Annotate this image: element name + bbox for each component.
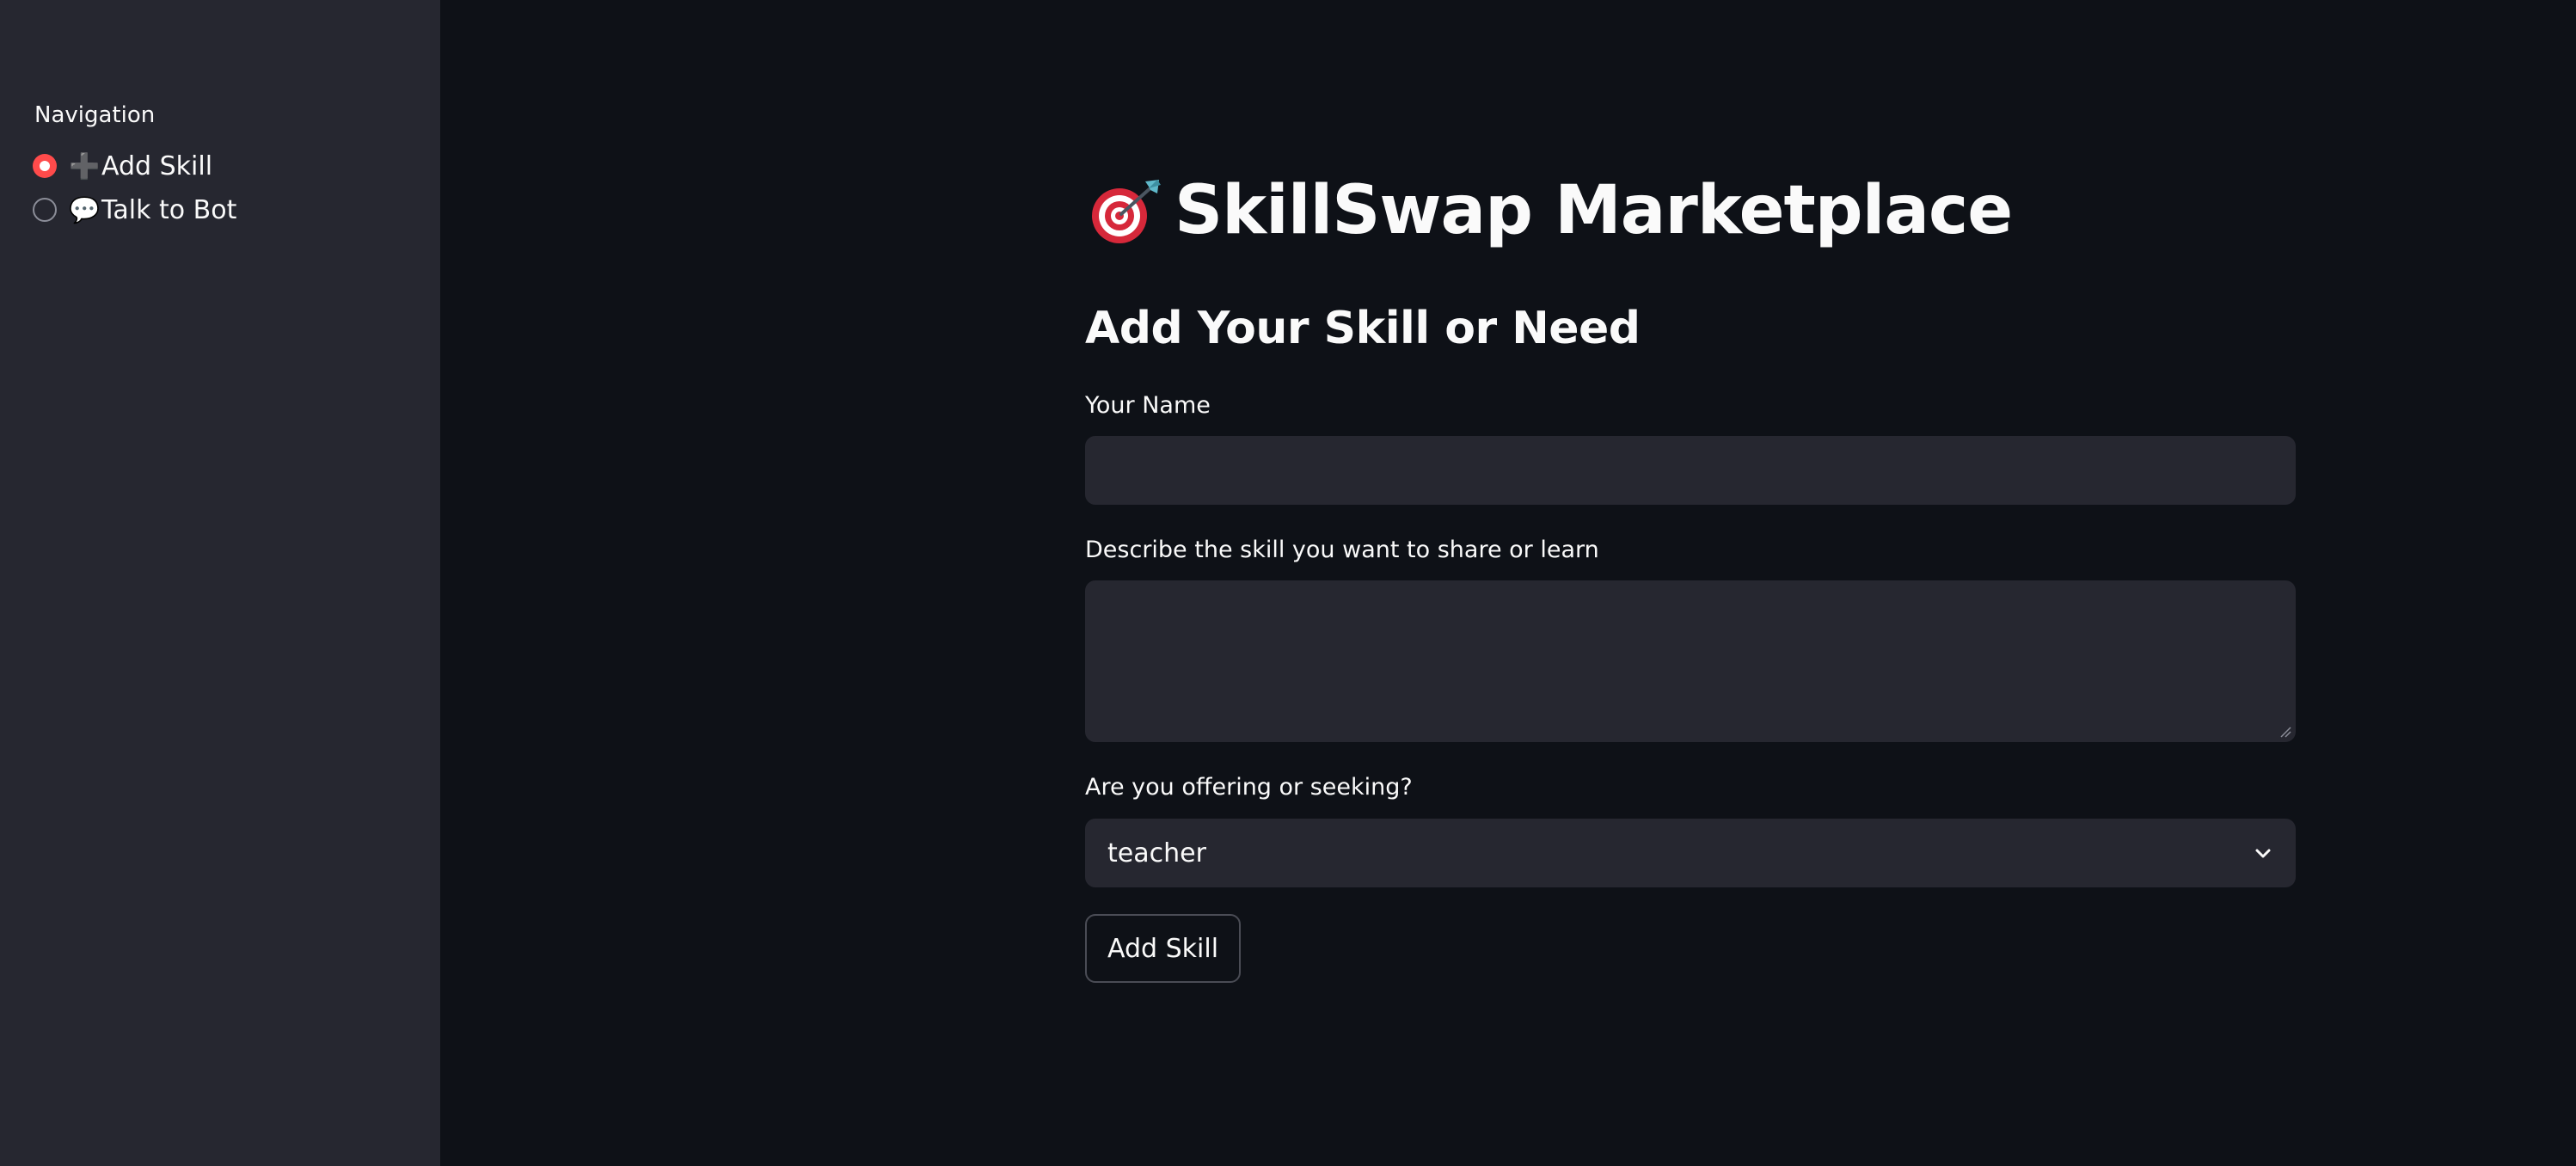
radio-checked-icon[interactable] xyxy=(33,154,57,178)
nav-radio-talk-to-bot[interactable]: 💬 Talk to Bot xyxy=(33,193,236,227)
speech-bubble-icon: 💬 xyxy=(69,194,101,224)
name-input[interactable] xyxy=(1085,436,2296,505)
role-select-label: Are you offering or seeking? xyxy=(1085,774,1413,801)
role-select[interactable]: teacher xyxy=(1085,819,2296,887)
sidebar: Navigation ➕ Add Skill 💬 Talk to Bot xyxy=(0,0,440,1166)
page-title: SkillSwap Marketplace xyxy=(1175,172,2013,249)
radio-unchecked-icon[interactable] xyxy=(33,198,57,222)
skill-description-textarea[interactable] xyxy=(1085,580,2296,742)
page-title-row: SkillSwap Marketplace xyxy=(1085,172,2013,249)
chevron-down-icon[interactable] xyxy=(2253,843,2273,863)
skill-description-label: Describe the skill you want to share or … xyxy=(1085,537,1599,563)
direct-hit-target-icon xyxy=(1092,180,1161,243)
app: Navigation ➕ Add Skill 💬 Talk to Bot Ski… xyxy=(0,0,2576,1166)
navigation-heading: Navigation xyxy=(34,102,156,128)
plus-icon: ➕ xyxy=(69,150,101,181)
resize-handle-icon[interactable] xyxy=(2279,725,2292,739)
nav-radio-add-skill[interactable]: ➕ Add Skill xyxy=(33,149,212,183)
nav-item-label-talk-to-bot: Talk to Bot xyxy=(101,194,237,225)
role-select-value: teacher xyxy=(1107,838,1206,868)
name-field-label: Your Name xyxy=(1085,392,1211,419)
nav-item-label-add-skill: Add Skill xyxy=(101,150,213,181)
add-skill-button[interactable]: Add Skill xyxy=(1085,914,1242,983)
section-subheader: Add Your Skill or Need xyxy=(1085,303,1641,354)
skill-description-wrapper xyxy=(1085,580,2296,742)
